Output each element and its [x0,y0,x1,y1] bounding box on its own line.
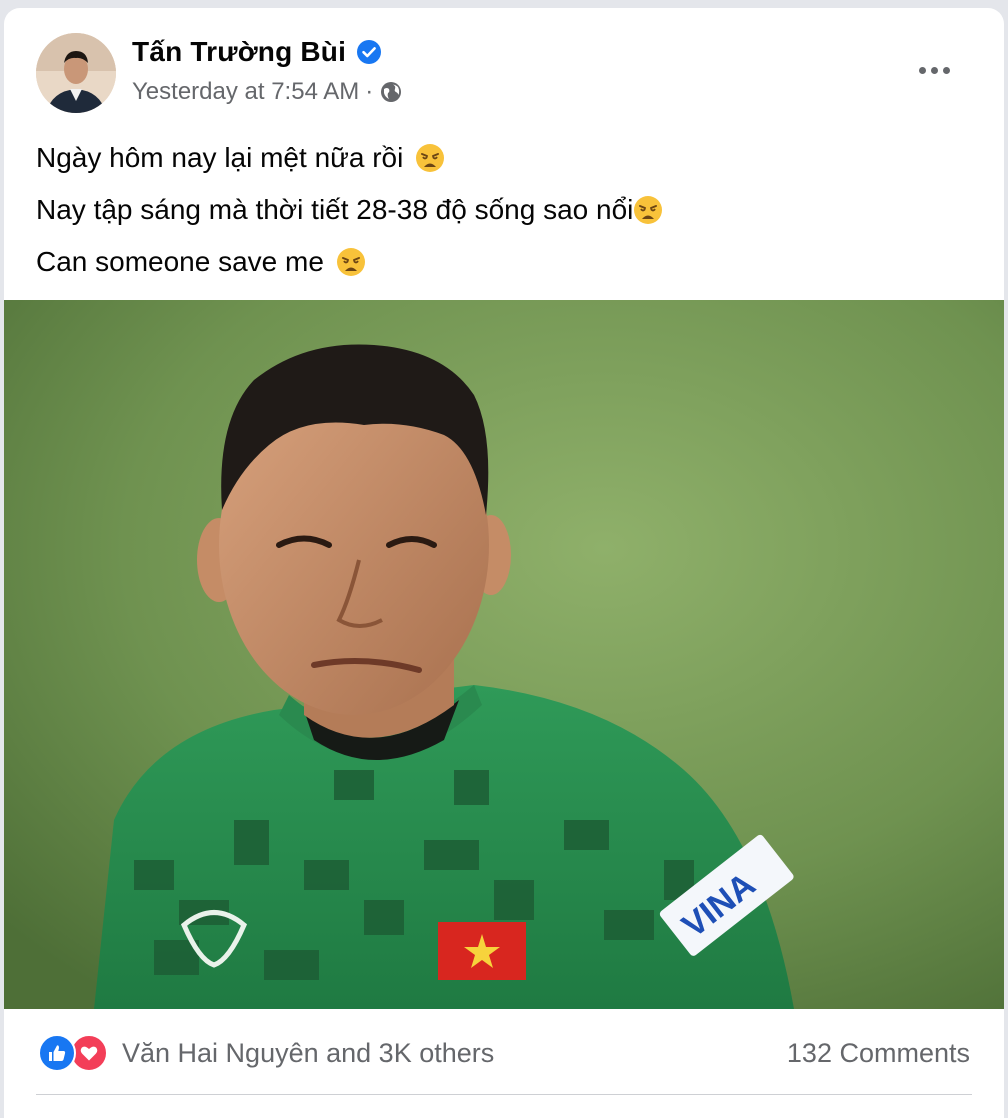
more-dot [930,66,938,74]
post-line-text: Nay tập sáng mà thời tiết 28-38 độ sống … [36,194,634,225]
post-line: Can someone save me [36,236,976,288]
post-header: Tấn Trường Bùi Yesterday at 7:54 AM · [4,8,1004,118]
footer-divider [36,1094,972,1095]
reactions-text[interactable]: Văn Hai Nguyên and 3K others [122,1038,494,1069]
more-options-button[interactable] [902,48,966,92]
post-line-text: Can someone save me [36,246,324,277]
post-line: Ngày hôm nay lại mệt nữa rồi [36,132,976,184]
post-card: Tấn Trường Bùi Yesterday at 7:54 AM · Ng… [4,8,1004,1118]
post-message: Ngày hôm nay lại mệt nữa rồi Nay tập sán… [36,132,976,288]
globe-icon[interactable] [379,80,403,104]
comments-count[interactable]: 132 Comments [787,1038,970,1069]
weary-face-emoji [416,144,445,172]
post-photo[interactable]: VINA [4,300,1004,1009]
author-avatar[interactable] [36,33,116,113]
meta-separator: · [365,78,374,105]
post-line-text: Ngày hôm nay lại mệt nữa rồi [36,142,404,173]
weary-face-emoji [336,248,365,276]
weary-face-emoji [634,196,663,224]
verified-badge-icon [356,39,382,65]
more-dot [918,66,926,74]
reactions-summary[interactable]: Văn Hai Nguyên and 3K others [38,1034,494,1072]
post-timestamp[interactable]: Yesterday at 7:54 AM [132,78,359,106]
like-reaction-icon [38,1034,76,1072]
more-dot [942,66,950,74]
post-line: Nay tập sáng mà thời tiết 28-38 độ sống … [36,184,976,236]
author-name[interactable]: Tấn Trường Bùi [132,36,346,68]
